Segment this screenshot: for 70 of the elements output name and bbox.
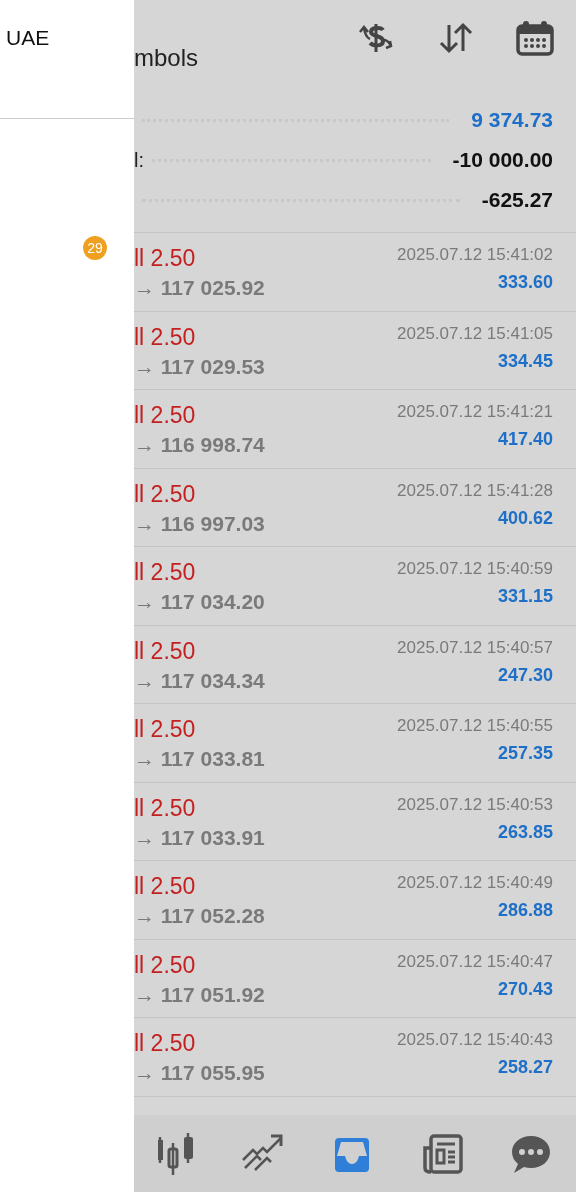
trade-type: ll 2.50 <box>134 794 197 822</box>
calendar-icon[interactable] <box>516 20 554 56</box>
trade-row[interactable]: ll 2.50 → 117 033.91 2025.07.12 15:40:53 263.85 <box>134 782 576 861</box>
trade-prices: → 117 034.34 <box>134 668 265 693</box>
trade-type: ll 2.50 <box>134 559 197 586</box>
trade-prices: → 117 025.92 <box>134 276 265 300</box>
trade-time: 2025.07.12 15:40:53 <box>397 794 553 815</box>
trade-time: 2025.07.12 15:41:05 <box>397 323 553 344</box>
trade-profit: 334.45 <box>497 350 553 372</box>
trade-prices: → 117 033.91 <box>134 825 265 850</box>
trade-profit: 247.30 <box>497 664 553 686</box>
trade-prices: → 117 034.20 <box>134 590 265 614</box>
trade-row[interactable]: ll 2.50 → 116 998.74 2025.07.12 15:41:21 417.40 <box>134 390 576 469</box>
trade-profit: 417.40 <box>497 429 553 450</box>
trade-row[interactable]: ll 2.50 → 117 055.95 2025.07.12 15:40:43 258.27 <box>134 1018 576 1097</box>
nav-tab[interactable] <box>420 1133 463 1174</box>
trade-profit: 333.60 <box>497 272 553 293</box>
trade-type: ll 2.50 <box>134 480 197 508</box>
nav-tab[interactable] <box>510 1133 553 1174</box>
trade-time: 2025.07.12 15:41:02 <box>397 245 553 265</box>
newspaper-icon <box>420 1133 463 1174</box>
summary-label: l: <box>134 148 144 172</box>
trade-prices: → 117 033.81 <box>134 747 265 771</box>
trade-row[interactable]: ll 2.50 → 117 034.20 2025.07.12 15:40:59 331.15 <box>134 547 576 626</box>
trade-row[interactable]: ll 2.50 → 117 034.34 2025.07.12 15:40:57 247.30 <box>134 625 576 704</box>
count-badge: 29 <box>83 236 107 260</box>
trade-row[interactable]: ll 2.50 → 117 025.92 2025.07.12 15:41:02 333.60 <box>134 233 576 312</box>
trade-row[interactable]: ll 2.50 → 117 051.92 2025.07.12 15:40:47 270.43 <box>134 939 576 1018</box>
trade-time: 2025.07.12 15:40:55 <box>397 716 553 736</box>
trade-time: 2025.07.12 15:40:57 <box>397 637 553 658</box>
trade-profit: 270.43 <box>497 978 553 1000</box>
trade-type: ll 2.50 <box>134 323 197 351</box>
trade-time: 2025.07.12 15:40:59 <box>397 559 553 579</box>
trade-time: 2025.07.12 15:40:43 <box>397 1030 553 1050</box>
trade-type: ll 2.50 <box>134 245 197 272</box>
sort-icon[interactable] <box>438 21 474 55</box>
trade-type: ll 2.50 <box>134 1030 197 1057</box>
trade-time: 2025.07.12 15:41:21 <box>397 402 553 422</box>
trade-row[interactable]: ll 2.50 → 117 029.53 2025.07.12 15:41:05 334.45 <box>134 311 576 390</box>
trade-profit: 400.62 <box>497 507 553 529</box>
nav-tab[interactable] <box>157 1132 194 1175</box>
trade-type: ll 2.50 <box>134 716 197 743</box>
trade-profit: 263.85 <box>497 821 553 843</box>
trade-prices: → 117 029.53 <box>134 354 265 379</box>
chat-bubble-icon <box>510 1133 553 1174</box>
trade-time: 2025.07.12 15:41:28 <box>397 480 553 501</box>
trade-profit: 257.35 <box>497 743 553 764</box>
trade-profit: 258.27 <box>497 1057 553 1078</box>
trade-type: ll 2.50 <box>134 637 197 665</box>
trade-type: ll 2.50 <box>134 951 197 979</box>
candlestick-icon <box>157 1132 194 1175</box>
trade-prices: → 116 997.03 <box>134 511 265 536</box>
trade-type: ll 2.50 <box>134 873 197 900</box>
trade-profit: 286.88 <box>497 900 553 921</box>
trade-prices: → 116 998.74 <box>134 433 265 457</box>
trade-prices: → 117 055.95 <box>134 1061 265 1085</box>
summary-value: -625.27 <box>481 188 553 212</box>
trade-type: ll 2.50 <box>134 402 197 429</box>
trade-row[interactable]: ll 2.50 → 117 033.81 2025.07.12 15:40:55 257.35 <box>134 704 576 783</box>
trade-prices: → 117 052.28 <box>134 904 265 928</box>
trade-time: 2025.07.12 15:40:47 <box>397 951 553 972</box>
drawer-title: UAE <box>5 25 51 51</box>
summary-value: 9 374.73 <box>471 108 553 132</box>
trade-row[interactable]: ll 2.50 → 117 052.28 2025.07.12 15:40:49 286.88 <box>134 861 576 940</box>
page-title: mbols <box>134 44 200 72</box>
trade-profit: 331.15 <box>497 586 553 607</box>
trade-row[interactable]: ll 2.50 → 116 997.03 2025.07.12 15:41:28 400.62 <box>134 468 576 547</box>
summary-value: -10 000.00 <box>452 148 553 172</box>
trade-time: 2025.07.12 15:40:49 <box>397 873 553 893</box>
trade-prices: → 117 051.92 <box>134 982 265 1007</box>
